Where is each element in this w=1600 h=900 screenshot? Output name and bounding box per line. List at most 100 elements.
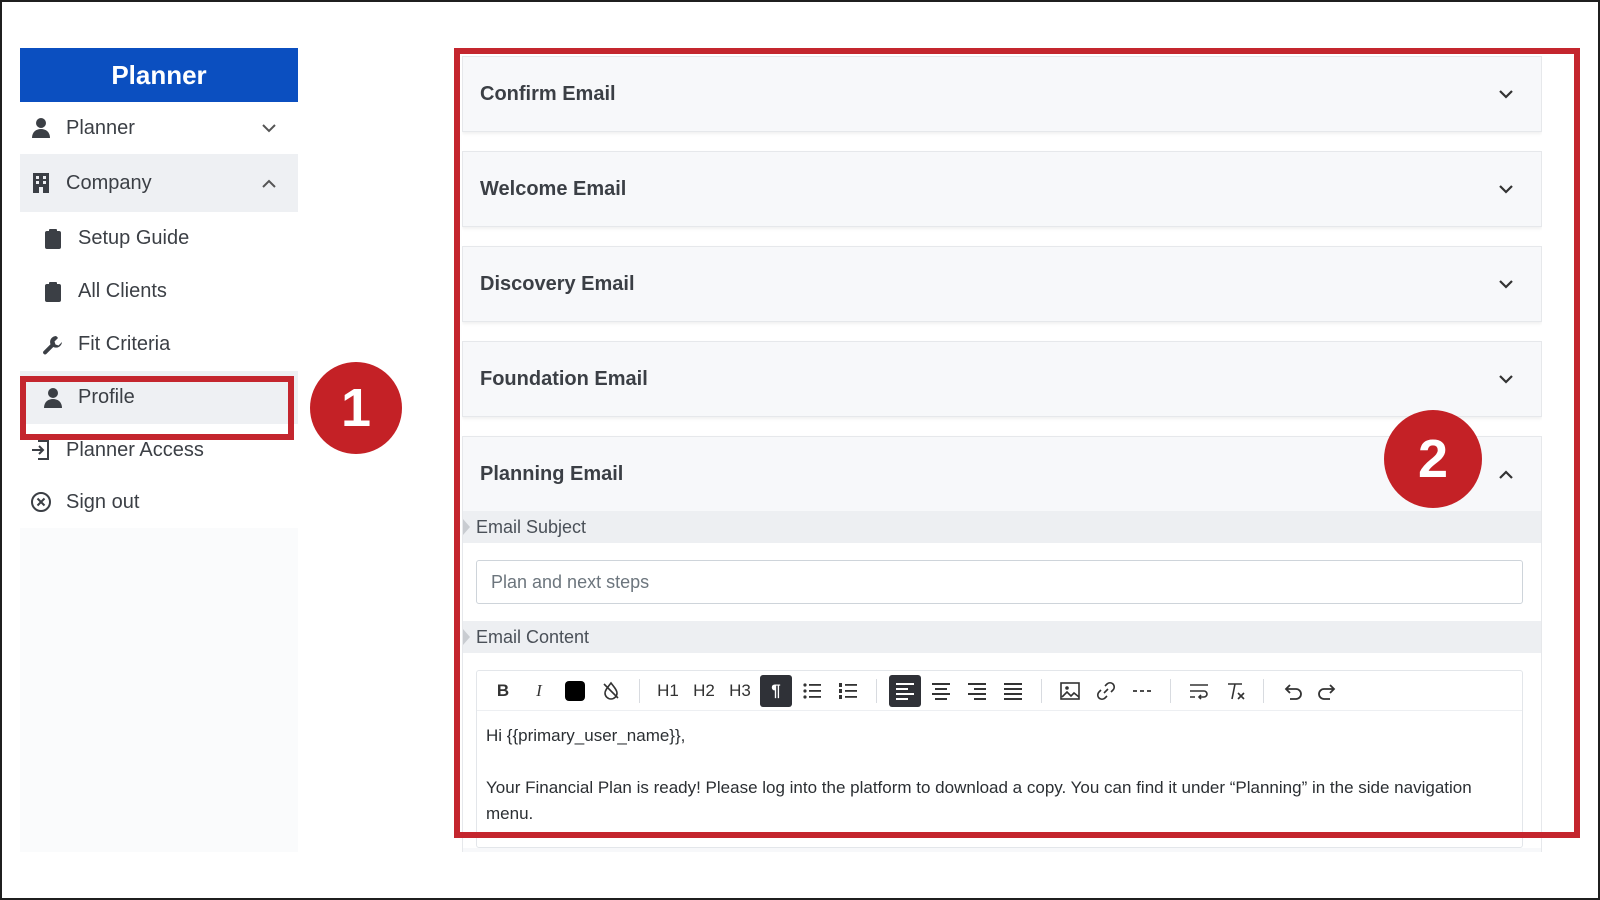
align-right-button[interactable] xyxy=(961,675,993,707)
accordion-title: Discovery Email xyxy=(480,272,635,295)
sidebar-item-fit-criteria[interactable]: Fit Criteria xyxy=(20,318,298,371)
bold-icon: B xyxy=(496,680,510,700)
align-center-icon xyxy=(932,682,950,700)
accordion-body: Email Subject Email Content B I H1 xyxy=(463,511,1541,848)
chevron-down-icon xyxy=(1497,370,1515,388)
sidebar-item-label: Fit Criteria xyxy=(78,333,171,355)
align-right-icon xyxy=(968,682,986,700)
align-justify-icon xyxy=(1004,682,1022,700)
accordion-item-foundation-email: Foundation Email xyxy=(462,341,1542,417)
sidebar: Planner Planner Company Setup Guide All … xyxy=(20,48,298,852)
horizontal-rule-button[interactable] xyxy=(1126,675,1158,707)
italic-icon: I xyxy=(536,680,542,700)
brand-header: Planner xyxy=(20,48,298,102)
user-icon xyxy=(40,385,66,411)
sidebar-item-label: Planner Access xyxy=(66,438,204,461)
sidebar-item-sign-out[interactable]: Sign out xyxy=(20,476,298,528)
rich-text-editor: B I H1 H2 H3 ¶ Hi {{primary_user_name}},… xyxy=(476,670,1523,848)
user-icon xyxy=(28,115,54,141)
accordion-item-welcome-email: Welcome Email xyxy=(462,151,1542,227)
redo-button[interactable] xyxy=(1312,675,1344,707)
redo-icon xyxy=(1318,683,1336,700)
clear-format-icon xyxy=(1228,682,1245,700)
align-justify-button[interactable] xyxy=(997,675,1029,707)
clear-format-button[interactable] xyxy=(1219,675,1251,707)
align-center-button[interactable] xyxy=(925,675,957,707)
toolbar-divider xyxy=(876,678,877,703)
email-subject-label: Email Subject xyxy=(463,511,1541,543)
undo-icon xyxy=(1284,683,1302,700)
sidebar-item-all-clients[interactable]: All Clients xyxy=(20,265,298,318)
sidebar-item-label: All Clients xyxy=(78,280,167,302)
accordion-header[interactable]: Confirm Email xyxy=(463,57,1541,131)
wrap-text-icon xyxy=(1190,683,1208,700)
close-circle-icon xyxy=(28,489,54,515)
ordered-list-button[interactable] xyxy=(832,675,864,707)
italic-button[interactable]: I xyxy=(523,675,555,707)
insert-link-button[interactable] xyxy=(1090,675,1122,707)
h3-label: H3 xyxy=(729,680,751,700)
sidebar-item-setup-guide[interactable]: Setup Guide xyxy=(20,212,298,265)
accordion-header[interactable]: Discovery Email xyxy=(463,247,1541,321)
sidebar-item-planner[interactable]: Planner xyxy=(20,102,298,154)
sidebar-item-company[interactable]: Company xyxy=(20,154,298,212)
accordion-header[interactable]: Foundation Email xyxy=(463,342,1541,416)
clipboard-icon xyxy=(40,279,66,305)
sidebar-item-planner-access[interactable]: Planner Access xyxy=(20,424,298,476)
align-left-icon xyxy=(896,682,914,700)
heading-2-button[interactable]: H2 xyxy=(688,675,720,707)
insert-image-button[interactable] xyxy=(1054,675,1086,707)
email-content-label: Email Content xyxy=(463,621,1541,653)
toolbar-divider xyxy=(1041,678,1042,703)
sidebar-item-profile[interactable]: Profile xyxy=(20,371,298,424)
accordion-title: Confirm Email xyxy=(480,82,616,105)
heading-1-button[interactable]: H1 xyxy=(652,675,684,707)
bullet-list-button[interactable] xyxy=(796,675,828,707)
sidebar-item-label: Company xyxy=(66,171,152,194)
no-color-icon xyxy=(603,681,619,700)
toolbar-divider xyxy=(1170,678,1171,703)
callout-number-2: 2 xyxy=(1384,410,1482,508)
email-subject-input[interactable] xyxy=(476,560,1523,604)
toolbar-divider xyxy=(1263,678,1264,703)
email-templates-accordion: Confirm Email Welcome Email Discovery Em… xyxy=(462,56,1542,852)
pilcrow-icon: ¶ xyxy=(771,680,781,700)
toolbar-divider xyxy=(639,678,640,703)
text-color-button[interactable] xyxy=(559,675,591,707)
callout-number-1: 1 xyxy=(310,362,402,454)
accordion-title: Planning Email xyxy=(480,462,624,485)
editor-toolbar: B I H1 H2 H3 ¶ xyxy=(477,671,1522,711)
paragraph-button[interactable]: ¶ xyxy=(760,674,792,707)
accordion-title: Welcome Email xyxy=(480,177,627,200)
sidebar-item-label: Sign out xyxy=(66,490,140,513)
accordion-header[interactable]: Planning Email xyxy=(463,437,1541,511)
chevron-down-icon xyxy=(260,119,278,137)
heading-3-button[interactable]: H3 xyxy=(724,675,756,707)
accordion-item-confirm-email: Confirm Email xyxy=(462,56,1542,132)
sidebar-item-label: Planner xyxy=(66,116,135,139)
login-icon xyxy=(28,437,54,463)
ordered-list-icon xyxy=(839,682,857,699)
image-icon xyxy=(1060,681,1080,700)
chevron-down-icon xyxy=(1497,275,1515,293)
horizontal-rule-icon xyxy=(1133,689,1151,692)
sidebar-item-label: Setup Guide xyxy=(78,227,190,249)
wrench-icon xyxy=(40,332,66,358)
link-icon xyxy=(1096,681,1116,700)
email-content-editor[interactable]: Hi {{primary_user_name}}, Your Financial… xyxy=(477,711,1522,847)
bold-button[interactable]: B xyxy=(487,675,519,707)
clear-color-button[interactable] xyxy=(595,675,627,707)
accordion-title: Foundation Email xyxy=(480,367,648,390)
h2-label: H2 xyxy=(693,680,715,700)
building-icon xyxy=(28,170,54,196)
chevron-up-icon xyxy=(1497,465,1515,483)
align-left-button[interactable] xyxy=(889,674,921,707)
clipboard-icon xyxy=(40,226,66,252)
chevron-down-icon xyxy=(1497,180,1515,198)
wrap-text-button[interactable] xyxy=(1183,675,1215,707)
accordion-header[interactable]: Welcome Email xyxy=(463,152,1541,226)
sidebar-item-label: Profile xyxy=(78,386,135,408)
color-swatch-icon xyxy=(565,680,585,701)
undo-button[interactable] xyxy=(1276,675,1308,707)
accordion-item-planning-email: Planning Email Email Subject Email Conte… xyxy=(462,436,1542,852)
